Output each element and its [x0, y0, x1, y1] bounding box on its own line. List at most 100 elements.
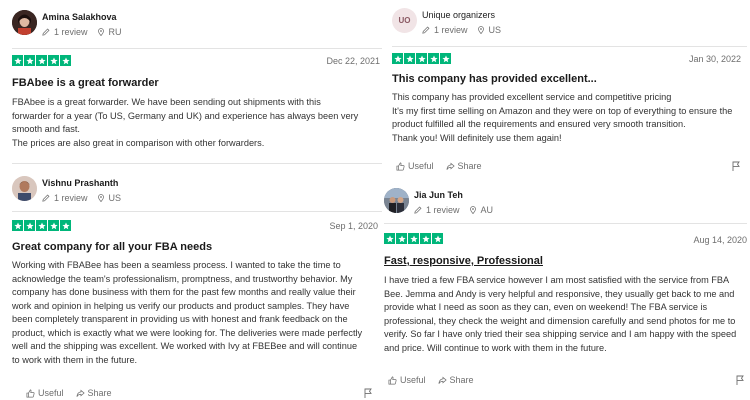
reviewer-header: Amina Salakhova 1 review RU: [12, 10, 272, 44]
divider: [392, 46, 747, 47]
useful-button[interactable]: Useful: [26, 388, 64, 398]
star-icon: [384, 233, 395, 244]
review-body: Working with FBABee has been a seamless …: [12, 260, 363, 365]
reviewer-meta: 1 review AU: [414, 205, 493, 215]
review-body: FBAbee is a great forwarder. We have bee…: [12, 97, 359, 148]
star-icon: [12, 55, 23, 66]
reviewer-header: UO Unique organizers 1 review US: [392, 8, 652, 42]
share-label: Share: [87, 388, 112, 398]
star-icon: [420, 233, 431, 244]
share-label: Share: [449, 375, 474, 385]
thumbs-up-icon: [26, 389, 35, 397]
star-icon: [36, 220, 47, 231]
share-icon: [438, 376, 447, 384]
reviewer-name[interactable]: Vishnu Prashanth: [42, 178, 118, 188]
review-body: This company has provided excellent serv…: [392, 92, 733, 143]
review-actions: Useful Share: [388, 375, 486, 385]
avatar-photo-icon: [12, 10, 37, 35]
review-actions: Useful Share: [26, 388, 124, 398]
star-icon: [12, 220, 23, 231]
location-pin-icon: [469, 206, 476, 214]
review-date: Aug 14, 2020: [693, 235, 747, 245]
pencil-icon: [42, 194, 50, 202]
reviewer-country: US: [488, 25, 502, 35]
avatar-photo-icon: [384, 188, 409, 213]
star-icon: [60, 220, 71, 231]
review-card: Vishnu Prashanth 1 review US Sep 1, 2020…: [12, 176, 382, 400]
star-icon: [24, 55, 35, 66]
star-icon: [60, 55, 71, 66]
reviewer-meta: 1 review RU: [42, 27, 122, 37]
star-icon: [36, 55, 47, 66]
star-icon: [404, 53, 415, 64]
reviewer-avatar[interactable]: UO: [392, 8, 417, 33]
reviewer-meta: 1 review US: [42, 193, 121, 203]
reviewer-header: Jia Jun Teh 1 review AU: [384, 188, 644, 222]
star-rating: [384, 233, 443, 244]
star-icon: [48, 220, 59, 231]
review-card: UO Unique organizers 1 review US Jan 30,…: [392, 8, 747, 178]
share-button[interactable]: Share: [438, 375, 474, 385]
reviewer-avatar[interactable]: [12, 10, 37, 35]
avatar-initials: UO: [398, 16, 411, 25]
review-date: Jan 30, 2022: [688, 54, 741, 64]
share-label: Share: [457, 161, 482, 171]
star-icon: [432, 233, 443, 244]
review-count: 1 review: [54, 27, 88, 37]
star-icon: [408, 233, 419, 244]
review-card: Amina Salakhova 1 review RU Dec 22, 2021…: [12, 10, 382, 160]
flag-icon[interactable]: [732, 161, 740, 171]
divider: [384, 223, 747, 224]
star-icon: [416, 53, 427, 64]
star-icon: [24, 220, 35, 231]
review-title[interactable]: This company has provided excellent...: [392, 73, 597, 85]
star-rating: [392, 53, 451, 64]
reviewer-name[interactable]: Unique organizers: [422, 10, 495, 20]
review-title[interactable]: FBAbee is a great forwarder: [12, 77, 159, 89]
location-pin-icon: [97, 28, 104, 36]
review-title[interactable]: Fast, responsive, Professional: [384, 255, 543, 267]
location-pin-icon: [97, 194, 104, 202]
star-icon: [48, 55, 59, 66]
avatar-photo-icon: [12, 176, 37, 201]
star-icon: [392, 53, 403, 64]
useful-button[interactable]: Useful: [396, 161, 434, 171]
thumbs-up-icon: [388, 376, 397, 384]
thumbs-up-icon: [396, 162, 405, 170]
star-rating: [12, 220, 71, 231]
star-icon: [396, 233, 407, 244]
review-date: Sep 1, 2020: [329, 221, 378, 231]
reviewer-avatar[interactable]: [384, 188, 409, 213]
divider: [12, 48, 382, 49]
pencil-icon: [422, 26, 430, 34]
share-button[interactable]: Share: [446, 161, 482, 171]
review-count: 1 review: [426, 205, 460, 215]
location-pin-icon: [477, 26, 484, 34]
reviewer-name[interactable]: Jia Jun Teh: [414, 190, 463, 200]
reviewer-avatar[interactable]: [12, 176, 37, 201]
star-icon: [428, 53, 439, 64]
review-count: 1 review: [54, 193, 88, 203]
useful-label: Useful: [400, 375, 426, 385]
reviewer-country: US: [108, 193, 122, 203]
share-icon: [446, 162, 455, 170]
reviewer-header: Vishnu Prashanth 1 review US: [12, 176, 272, 210]
star-icon: [440, 53, 451, 64]
review-date: Dec 22, 2021: [326, 56, 380, 66]
useful-label: Useful: [408, 161, 434, 171]
flag-icon[interactable]: [364, 388, 372, 398]
divider: [12, 211, 382, 212]
share-button[interactable]: Share: [76, 388, 112, 398]
reviewer-name[interactable]: Amina Salakhova: [42, 12, 117, 22]
reviewer-country: RU: [108, 27, 122, 37]
review-title[interactable]: Great company for all your FBA needs: [12, 241, 212, 253]
pencil-icon: [414, 206, 422, 214]
review-body: I have tried a few FBA service however I…: [384, 275, 737, 353]
reviewer-country: AU: [480, 205, 494, 215]
useful-button[interactable]: Useful: [388, 375, 426, 385]
review-count: 1 review: [434, 25, 468, 35]
reviewer-meta: 1 review US: [422, 25, 501, 35]
review-actions: Useful Share: [396, 161, 494, 171]
flag-icon[interactable]: [736, 375, 744, 385]
divider: [12, 163, 382, 164]
